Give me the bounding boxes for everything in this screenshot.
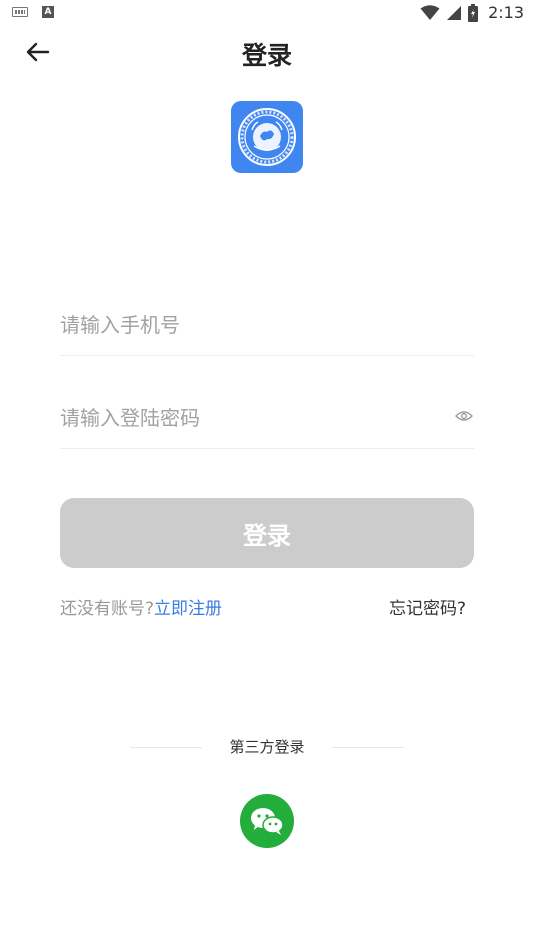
status-bar: A 2:13 — [0, 0, 534, 28]
login-screen: A 2:13 登录 请输入手机号 登录 还没有账号?立即注册 忘记密码? 第三方… — [0, 0, 534, 950]
register-link[interactable]: 立即注册 — [154, 599, 222, 619]
login-button[interactable]: 登录 — [60, 498, 474, 568]
wechat-login-button[interactable] — [240, 794, 294, 848]
forgot-password-link[interactable]: 忘记密码? — [389, 594, 466, 619]
wechat-icon — [251, 808, 284, 835]
eye-icon — [455, 411, 473, 421]
emblem-logo-icon — [238, 108, 296, 166]
battery-icon — [468, 3, 479, 22]
app-logo — [231, 101, 303, 173]
toggle-password-button[interactable] — [454, 406, 474, 426]
third-party-divider: 第三方登录 — [130, 736, 404, 760]
password-input[interactable] — [60, 389, 440, 447]
signal-icon — [447, 5, 462, 20]
app-header: 登录 — [0, 28, 534, 78]
divider-right — [332, 747, 404, 748]
text-app-icon: A — [42, 6, 54, 18]
account-links: 还没有账号?立即注册 忘记密码? — [60, 594, 474, 619]
phone-field — [60, 296, 474, 356]
phone-input[interactable] — [60, 296, 440, 354]
no-account-text: 还没有账号? — [60, 599, 155, 619]
password-field — [60, 389, 474, 449]
page-title: 登录 — [241, 41, 292, 70]
wifi-icon — [420, 4, 440, 20]
no-account-prompt: 还没有账号?立即注册 — [60, 594, 222, 619]
keyboard-icon — [12, 7, 28, 17]
status-time: 2:13 — [488, 3, 524, 22]
